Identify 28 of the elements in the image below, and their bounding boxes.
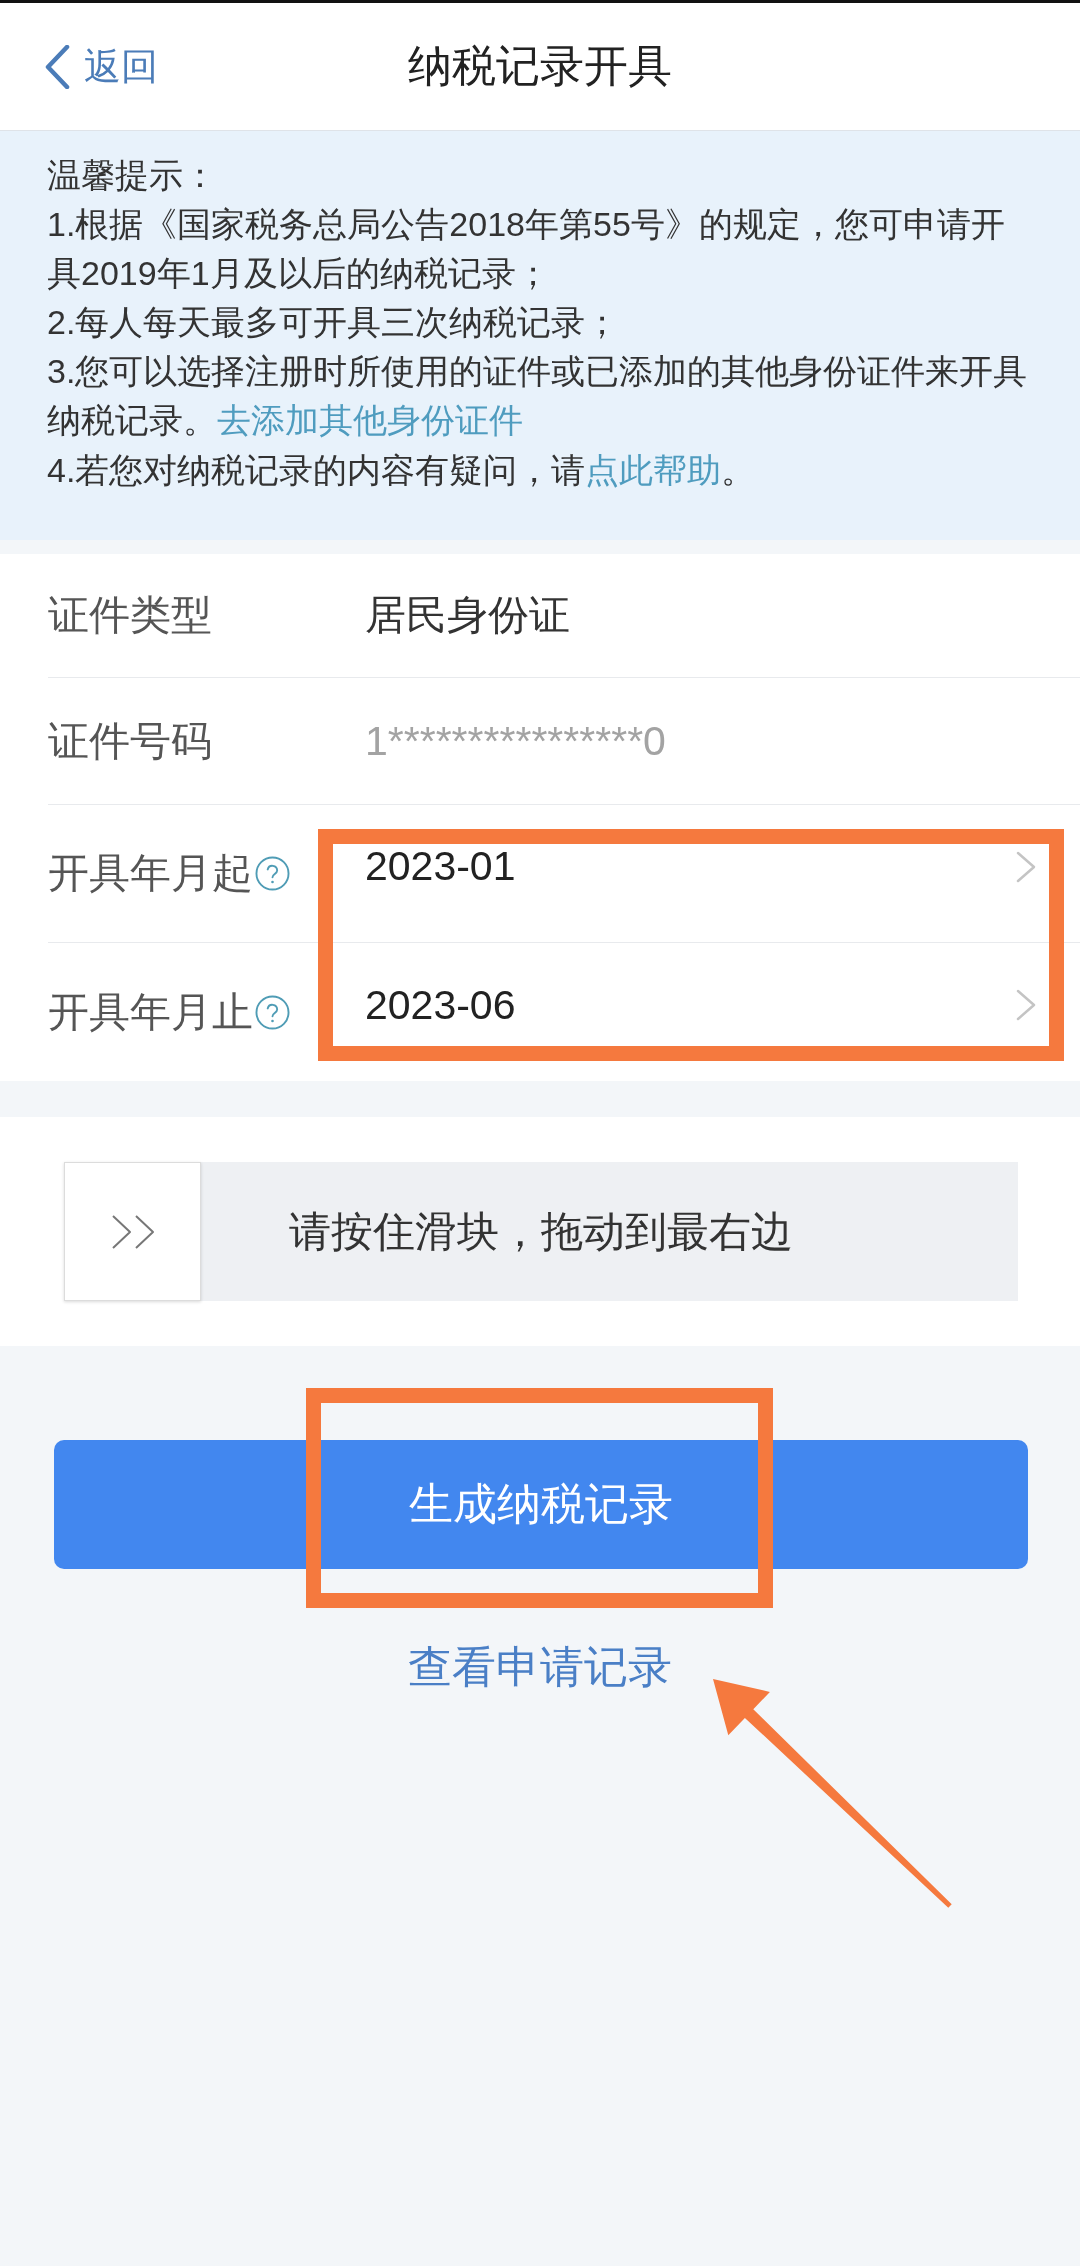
double-chevron-icon (110, 1213, 155, 1250)
notice-item: 4.若您对纳税记录的内容有疑问，请点此帮助。 (47, 449, 757, 491)
notice-item: 2.每人每天最多可开具三次纳税记录； (47, 302, 621, 344)
page-title: 纳税记录开具 (408, 40, 672, 92)
notice-item: 1.根据《国家税务总局公告2018年第55号》的规定，您可申请开具2019年1月及以后的纳税记录； (47, 204, 1006, 295)
month-picker[interactable]: 2023-01 (365, 805, 1080, 942)
text-link[interactable]: 去添加其他身份证件 (217, 401, 523, 440)
slider-track[interactable]: 请按住滑块，拖动到最右边 (64, 1162, 1018, 1301)
month-picker[interactable]: 2023-06 (365, 943, 1080, 1081)
records-link[interactable]: 查看申请记录 (408, 1637, 672, 1697)
notice-item: 3.您可以选择注册时所使用的证件或已添加的其他身份证件来开具纳税记录。去添加其他身份证件 (47, 351, 1029, 442)
chevron-right-icon (1016, 989, 1036, 1021)
slider-handle[interactable] (64, 1162, 201, 1301)
field-label: 证件类型 (48, 591, 212, 640)
field-label: 开具年月止 (48, 987, 253, 1037)
field-label: 证件号码 (48, 716, 212, 766)
generate-button[interactable]: 生成纳税记录 (54, 1440, 1028, 1569)
text-link[interactable]: 点此帮助 (585, 450, 722, 489)
help-icon[interactable] (255, 856, 290, 891)
help-icon[interactable] (255, 994, 290, 1030)
chevron-left-icon (45, 44, 70, 89)
slider-hint: 请按住滑块，拖动到最右边 (289, 1206, 793, 1257)
field-value: 居民身份证 (365, 591, 571, 640)
masked-id-number: 1****************0 (365, 717, 667, 765)
field-label: 开具年月起 (48, 849, 253, 898)
notice-heading: 温馨提示： (47, 155, 218, 196)
chevron-right-icon (1016, 850, 1036, 883)
back-button[interactable]: 返回 (45, 41, 158, 92)
